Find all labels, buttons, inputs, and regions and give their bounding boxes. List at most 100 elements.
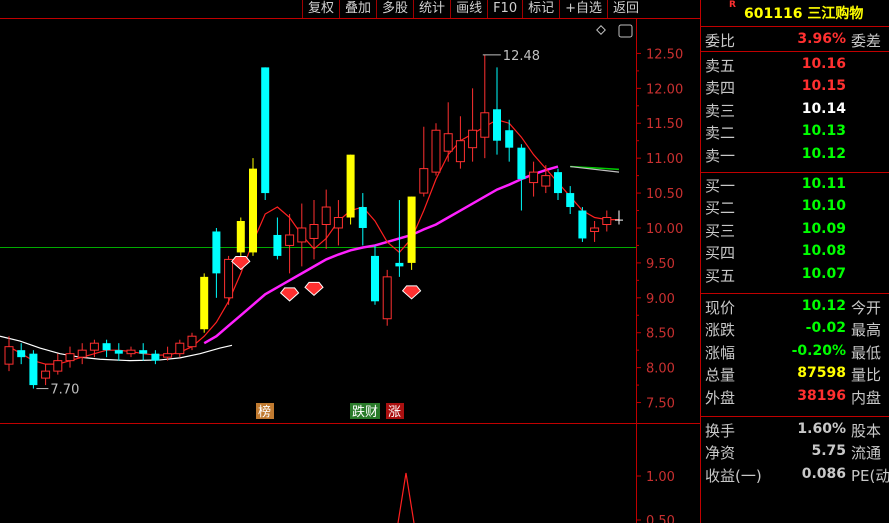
low-label: 7.70 (50, 383, 79, 398)
ratio-row-label: 委比 (705, 32, 736, 50)
buy-level-3: 买三 10.09 (701, 218, 889, 240)
quote-row-0: 现价 10.12 今开 (701, 295, 889, 317)
divider (701, 293, 889, 294)
buy-level-4: 买四 10.08 (701, 240, 889, 262)
quote-row-0-label: 现价 (705, 299, 736, 317)
quote-row-1-label: 涨跌 (705, 321, 736, 340)
y-tick-label: 12.00 (646, 82, 683, 97)
y-tick-label: 7.50 (646, 397, 675, 412)
candle-body (443, 133, 453, 152)
event-tag: 跌财 (352, 404, 378, 420)
sub-y-tick-label: 0.50 (646, 514, 675, 523)
candle-body (578, 210, 587, 239)
quote-row-4-label: 外盘 (705, 388, 736, 407)
stats-row-2-label: 收益(一) (705, 466, 762, 485)
quote-row-2: 涨幅 -0.20% 最低 (701, 340, 889, 362)
quote-row-3-value: 87598 (797, 365, 846, 382)
quote-row-1: 涨跌 -0.02 最高 (701, 317, 889, 339)
candle-body (41, 370, 51, 379)
candle-body (297, 227, 307, 243)
stock-title: 601116 三江购物 (744, 3, 863, 23)
ratio-row: 委比 3.96% 委差 (701, 28, 889, 50)
buy-level-2-label: 买二 (705, 199, 736, 218)
y-tick-label: 8.00 (646, 362, 675, 377)
quote-row-4-value: 38196 (797, 387, 846, 404)
candle-body (126, 349, 136, 355)
buy-level-5-value: 10.07 (801, 265, 846, 282)
quote-row-1-label2: 最高 (851, 321, 882, 340)
candle-body (517, 147, 526, 180)
stock-code: 601116 (744, 6, 803, 22)
candle-body (102, 343, 111, 351)
candle-body (139, 350, 148, 354)
candle-body (382, 276, 392, 320)
window-icon (618, 24, 633, 38)
diamond-marker (401, 285, 422, 300)
stock-name: 三江购物 (807, 6, 864, 22)
candle-body (249, 168, 257, 253)
candle-body (89, 342, 99, 351)
candle-body (285, 234, 295, 246)
buy-level-4-label: 买四 (705, 244, 736, 263)
candle-body (65, 353, 75, 362)
ratio-row-value: 3.96% (797, 31, 846, 47)
y-tick-label: 9.00 (646, 292, 675, 307)
buy-level-5: 买五 10.07 (701, 263, 889, 285)
stats-row-0-label2: 股本 (851, 422, 882, 440)
buy-level-1-value: 10.11 (801, 176, 846, 192)
signal-spike (397, 472, 415, 523)
candle-body (163, 353, 173, 358)
quote-row-2-label: 涨幅 (705, 343, 736, 362)
sub-y-tick-label: 1.00 (646, 470, 675, 485)
candle-body (529, 171, 539, 184)
candle-body (151, 353, 160, 361)
y-tick-label: 9.50 (646, 257, 675, 272)
stats-row-1-label: 净资 (705, 444, 736, 463)
sell-level-1-value: 10.12 (801, 145, 846, 162)
ma-magenta-line (203, 165, 559, 345)
candle-body (261, 67, 270, 194)
stats-row-2-label2: PE(动 (851, 466, 889, 485)
candle-body (333, 217, 343, 229)
candle-body (358, 207, 367, 228)
candle-body (187, 335, 197, 348)
candle-body (175, 342, 185, 355)
sell-level-2: 卖二 10.13 (701, 120, 889, 142)
stats-row-1-value: 5.75 (811, 443, 846, 460)
candle-body (212, 231, 221, 274)
candle-body (309, 223, 319, 239)
sell-level-4-value: 10.15 (801, 78, 846, 95)
sell-level-3: 卖三 10.14 (701, 98, 889, 120)
buy-level-1-label: 买一 (705, 177, 736, 195)
y-tick-label: 8.50 (646, 327, 675, 342)
quote-row-3: 总量 87598 量比 (701, 362, 889, 384)
candle-body (407, 196, 416, 263)
rzrq-badge: R (729, 0, 736, 10)
y-tick-label: 11.00 (646, 152, 683, 167)
sell-level-5-value: 10.16 (801, 56, 846, 72)
divider (701, 51, 889, 52)
candle-body (602, 217, 612, 225)
y-tick-label: 10.00 (646, 222, 683, 237)
candle-body (590, 227, 600, 232)
stats-row-0: 换手 1.60% 股本 (701, 418, 889, 440)
candle-body (53, 360, 63, 372)
sell-level-5: 卖五 10.16 (701, 53, 889, 75)
quote-panel: R 601116 三江购物 委比 3.96% 委差 卖五 10.16 卖四 10.15 卖三 1… (700, 0, 889, 523)
buy-level-2: 买二 10.10 (701, 195, 889, 217)
candle-body (468, 129, 478, 149)
candle-body (395, 262, 404, 267)
candle-body (114, 350, 123, 354)
stats-row-0-value: 1.60% (797, 421, 846, 437)
diamond-marker (279, 287, 300, 302)
divider (701, 416, 889, 417)
candle-body (273, 234, 282, 256)
candle-body (371, 255, 379, 302)
sell-level-5-label: 卖五 (705, 57, 736, 75)
sell-level-3-value: 10.14 (801, 100, 846, 117)
high-label: 12.48 (503, 49, 540, 64)
stats-row-2-value: 0.086 (801, 465, 846, 482)
buy-level-1: 买一 10.11 (701, 173, 889, 195)
event-tag: 涨 (388, 405, 401, 420)
quote-row-2-label2: 最低 (851, 343, 882, 362)
